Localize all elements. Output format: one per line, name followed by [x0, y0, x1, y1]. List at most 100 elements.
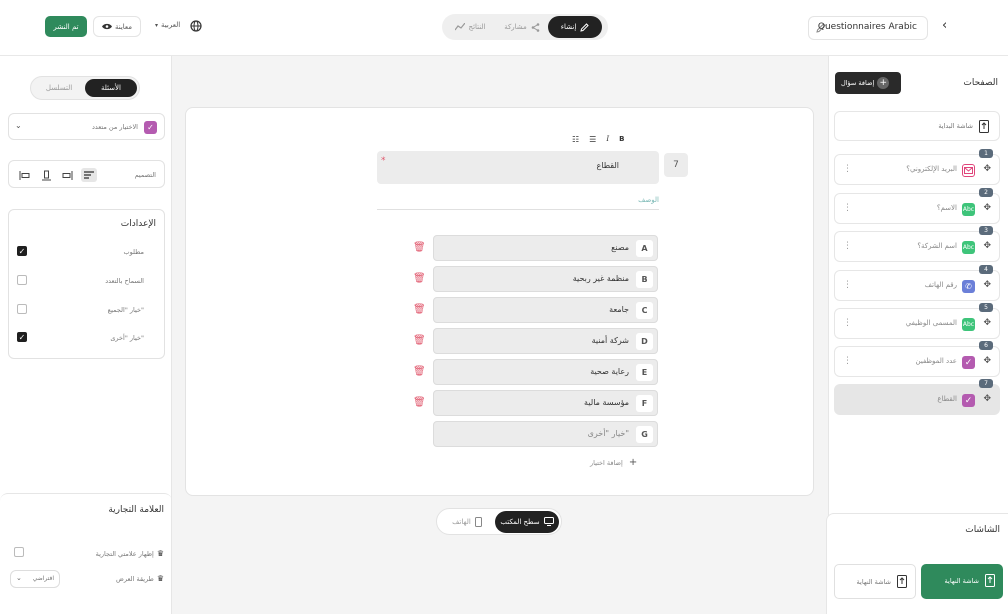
add-end-screen-button[interactable]: شاشة النهاية — [921, 564, 1003, 599]
option-row[interactable]: A مصنع — [433, 235, 658, 261]
description-input[interactable]: الوصف — [377, 192, 659, 210]
italic-icon[interactable]: I — [606, 135, 609, 143]
add-option-button[interactable]: إضافة اختيار + — [590, 457, 637, 468]
question-type-select[interactable]: ⌄ الاختيار من متعدد ✓ — [8, 113, 165, 140]
trash-icon[interactable]: 🗑 — [413, 366, 426, 378]
door-icon — [979, 120, 989, 133]
kebab-menu-icon[interactable]: ⋮ — [843, 164, 852, 174]
trash-icon[interactable]: 🗑 — [413, 273, 426, 285]
branding-box: العلامة التجارية إظهار علامتي التجارية ♛… — [0, 493, 172, 614]
tab-create[interactable]: إنشاء — [548, 16, 602, 38]
globe-icon[interactable] — [190, 20, 202, 32]
drag-handle-icon[interactable]: ✥ — [983, 203, 991, 213]
drag-handle-icon[interactable]: ✥ — [983, 164, 991, 174]
question-item-company[interactable]: 3 ✥ Abc اسم الشركة؟ ⋮ — [834, 226, 1000, 262]
kebab-menu-icon[interactable]: ⋮ — [843, 318, 852, 328]
question-item-sector[interactable]: 7 ✥ ✓ القطاع — [834, 379, 1000, 415]
display-mode-row: طريقة العرض ♛ — [116, 574, 164, 583]
option-row[interactable]: B منظمة غير ربحية — [433, 266, 658, 292]
required-label: مطلوب — [123, 248, 144, 256]
show-brand-checkbox[interactable] — [14, 547, 24, 557]
trash-icon[interactable]: 🗑 — [413, 397, 426, 409]
setting-other-option[interactable]: ✓ خيار "أخرى" — [9, 328, 164, 356]
option-row[interactable]: D شركة أمنية — [433, 328, 658, 354]
share-icon — [531, 22, 540, 32]
option-letter: E — [636, 364, 653, 381]
add-question-label: إضافة سؤال — [841, 79, 875, 87]
align-right-icon[interactable] — [60, 168, 76, 182]
mobile-icon — [474, 516, 482, 527]
questionnaire-title-field[interactable]: Questionnaires Arabic — [808, 16, 928, 40]
required-checkbox[interactable]: ✓ — [17, 246, 27, 256]
drag-handle-icon[interactable]: ✥ — [983, 318, 991, 328]
drag-handle-icon[interactable]: ✥ — [983, 394, 991, 404]
view-desktop[interactable]: سطح المكتب — [495, 510, 559, 533]
question-item-employees[interactable]: 6 ✥ ✓ عدد الموظفين ⋮ — [834, 341, 1000, 377]
drag-handle-icon[interactable]: ✥ — [983, 280, 991, 290]
kebab-menu-icon[interactable]: ⋮ — [843, 280, 852, 290]
align-text-icon[interactable] — [81, 168, 98, 182]
option-letter: A — [636, 240, 653, 257]
align-bottom-icon[interactable] — [38, 168, 54, 182]
trash-icon[interactable]: 🗑 — [413, 242, 426, 254]
publish-button[interactable]: تم النشر — [45, 16, 87, 37]
language-selector[interactable]: ▾ العربية — [155, 21, 180, 29]
display-mode-label: طريقة العرض — [116, 574, 154, 583]
display-mode-select[interactable]: ⌄ افتراضي — [10, 570, 60, 588]
preview-button[interactable]: معاينة — [93, 16, 141, 37]
language-label: العربية — [161, 21, 181, 29]
setting-required[interactable]: ✓ مطلوب — [9, 242, 164, 270]
question-item-label: القطاع — [937, 395, 957, 403]
tab-questions[interactable]: الأسئلة — [85, 79, 137, 97]
bold-icon[interactable]: B — [619, 135, 624, 143]
allow-multiple-checkbox[interactable] — [17, 275, 27, 285]
option-row[interactable]: C جامعة — [433, 297, 658, 323]
view-mobile[interactable]: الهاتف — [439, 511, 495, 533]
question-item-label: رقم الهاتف — [924, 281, 957, 289]
description-placeholder: الوصف — [638, 196, 659, 204]
format-toolbar: ☷ ☰ I B — [572, 132, 652, 146]
option-letter: F — [636, 395, 653, 412]
question-item-job-title[interactable]: 5 ✥ Abc المسمى الوظيفي ⋮ — [834, 303, 1000, 339]
add-question-button[interactable]: إضافة سؤال + — [835, 72, 901, 94]
setting-allow-multiple[interactable]: السماح بالتعدد — [9, 271, 164, 299]
other-option-checkbox[interactable]: ✓ — [17, 332, 27, 342]
option-row-other[interactable]: G خيار "أخرى" — [433, 421, 658, 447]
start-page-item[interactable]: شاشة البداية — [834, 111, 1000, 141]
option-text: شركة أمنية — [591, 336, 629, 345]
align-left-icon[interactable] — [17, 168, 33, 182]
tab-results[interactable]: النتائج — [444, 16, 496, 38]
chevron-left-icon[interactable]: ‹ — [942, 18, 947, 33]
question-item-email[interactable]: 1 ✥ البريد الإلكتروني؟ ⋮ — [834, 149, 1000, 185]
question-title-input[interactable]: * القطاع — [377, 151, 659, 184]
screens-box: الشاشات شاشة النهاية شاشة النهاية — [826, 513, 1008, 614]
numbered-list-icon[interactable]: ☷ — [572, 135, 579, 144]
preview-label: معاينة — [114, 22, 133, 31]
check-icon: ✓ — [962, 394, 975, 407]
kebab-menu-icon[interactable]: ⋮ — [843, 203, 852, 213]
end-screen-item[interactable]: شاشة النهاية — [834, 564, 916, 599]
tab-share[interactable]: مشاركة — [496, 16, 548, 38]
trash-icon[interactable]: 🗑 — [413, 304, 426, 316]
kebab-menu-icon[interactable]: ⋮ — [843, 241, 852, 251]
option-row[interactable]: F مؤسسة مالية — [433, 390, 658, 416]
question-item-phone[interactable]: 4 ✥ ✆ رقم الهاتف ⋮ — [834, 265, 1000, 301]
setting-all-option[interactable]: خيار "الجميع" — [9, 300, 164, 328]
tab-results-label: النتائج — [468, 23, 486, 31]
question-number-badge: 3 — [979, 226, 993, 235]
bullet-list-icon[interactable]: ☰ — [589, 135, 596, 144]
pages-title: الصفحات — [963, 78, 998, 88]
drag-handle-icon[interactable]: ✥ — [983, 356, 991, 366]
option-letter: C — [636, 302, 653, 319]
all-option-checkbox[interactable] — [17, 304, 27, 314]
option-text: جامعة — [609, 305, 629, 314]
option-row[interactable]: E رعاية صحية — [433, 359, 658, 385]
question-item-name[interactable]: 2 ✥ Abc الاسم؟ ⋮ — [834, 188, 1000, 224]
tab-sequence[interactable]: التسلسل — [33, 79, 85, 97]
settings-title: الإعدادات — [120, 219, 156, 229]
kebab-menu-icon[interactable]: ⋮ — [843, 356, 852, 366]
trash-icon[interactable]: 🗑 — [413, 335, 426, 347]
plus-icon: + — [628, 457, 638, 468]
envelope-icon — [962, 164, 975, 177]
drag-handle-icon[interactable]: ✥ — [983, 241, 991, 251]
